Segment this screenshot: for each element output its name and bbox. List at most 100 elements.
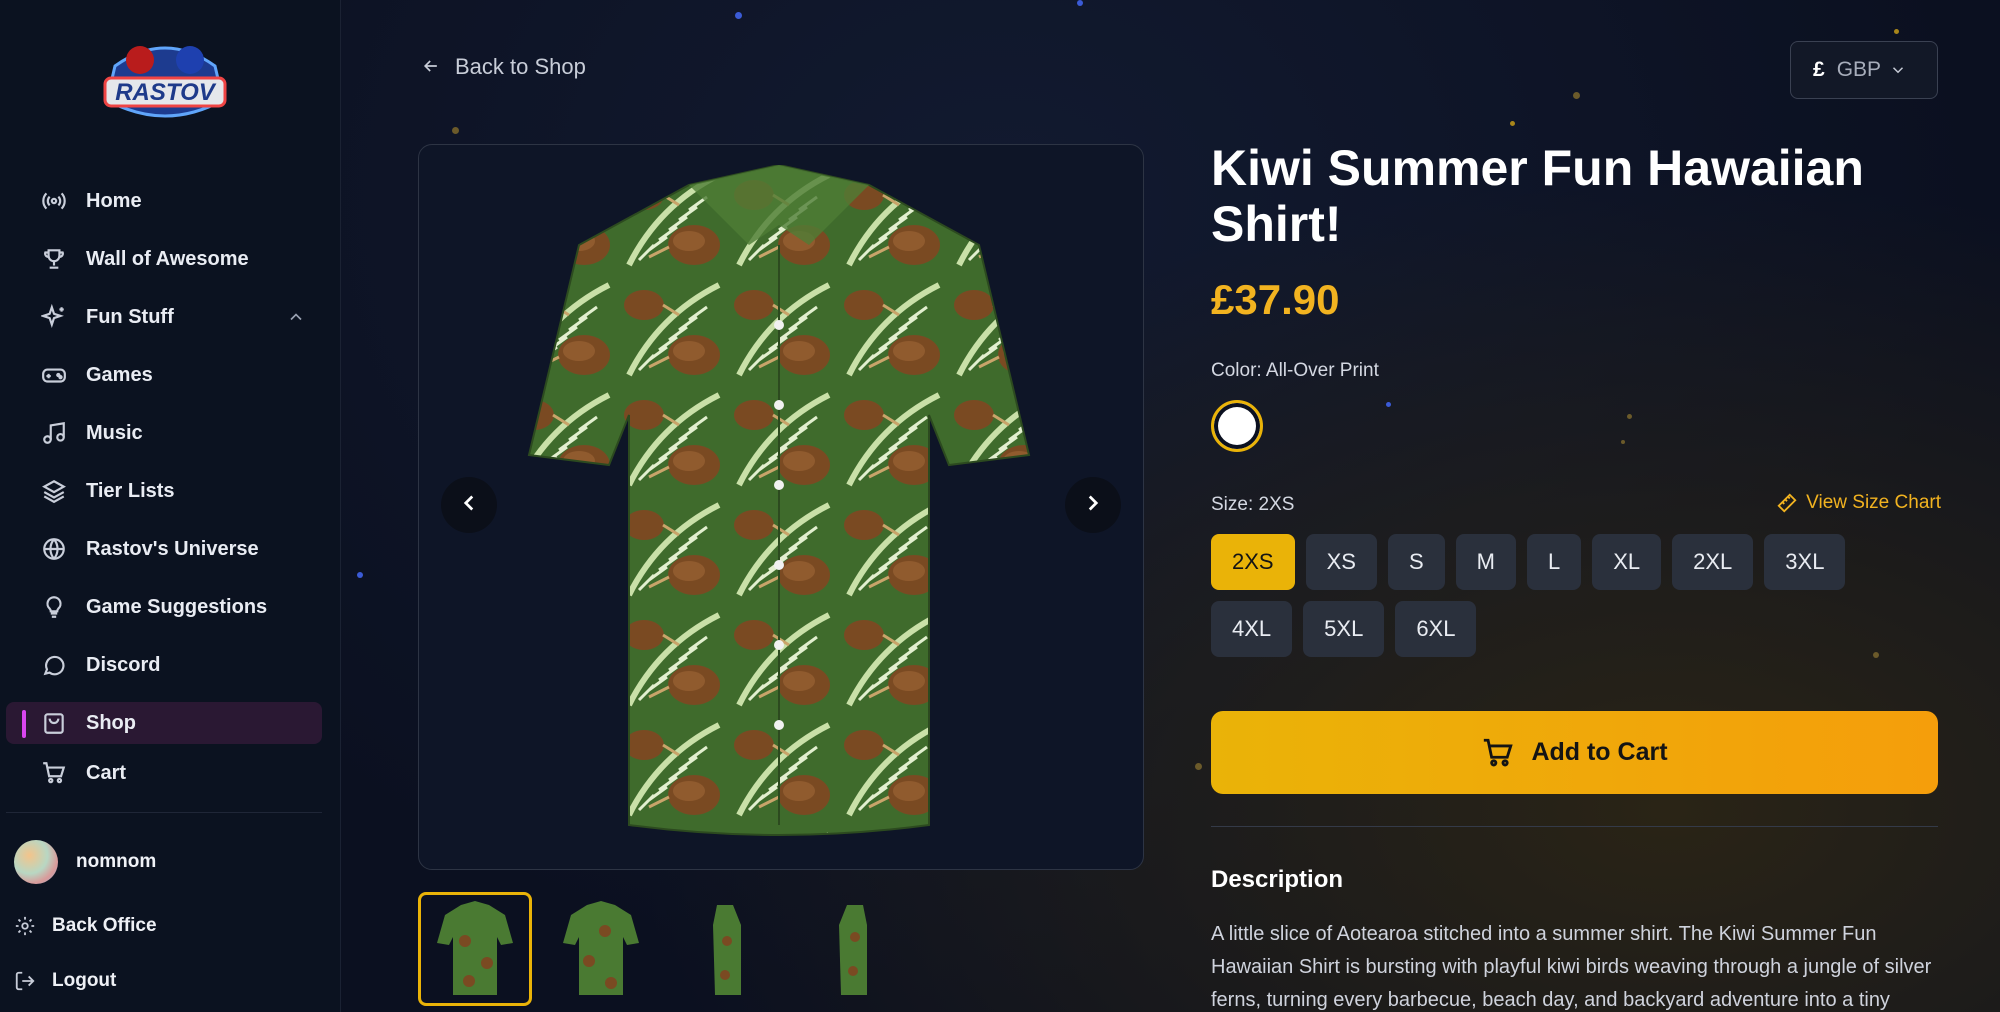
sidebar-item-tier-lists[interactable]: Tier Lists	[6, 462, 322, 520]
color-swatch-all-over-print[interactable]	[1211, 400, 1263, 452]
product-image	[527, 165, 1031, 836]
gear-icon	[14, 915, 36, 937]
main-content: Back to Shop £ GBP Kiwi Summer Fun Hawai…	[341, 0, 2000, 1012]
rastov-logo[interactable]: RASTOV	[95, 36, 235, 128]
sidebar-item-label: Game Suggestions	[86, 595, 268, 618]
size-option-m[interactable]: M	[1455, 534, 1516, 590]
sidebar-item-fun-stuff[interactable]: Fun Stuff	[6, 288, 322, 346]
logo-text: RASTOV	[115, 79, 217, 106]
product-image-gallery	[418, 144, 1144, 870]
sidebar-item-label: Wall of Awesome	[86, 247, 249, 270]
size-option-s[interactable]: S	[1387, 534, 1445, 590]
size-option-5xl[interactable]: 5XL	[1303, 601, 1385, 657]
add-to-cart-button[interactable]: Add to Cart	[1211, 711, 1938, 794]
view-size-chart-link[interactable]: View Size Chart	[1776, 492, 1941, 514]
cart-icon	[1481, 736, 1515, 770]
cart-icon	[40, 759, 68, 787]
sidebar-item-rastovs-universe[interactable]: Rastov's Universe	[6, 520, 322, 578]
thumbnail-angle[interactable]	[544, 892, 658, 1006]
sidebar-item-label: Fun Stuff	[86, 305, 174, 328]
back-to-shop-link[interactable]: Back to Shop	[421, 54, 586, 80]
previous-image-button[interactable]	[441, 477, 497, 533]
size-option-3xl[interactable]: 3XL	[1764, 534, 1846, 590]
description-heading: Description	[1211, 866, 1344, 893]
sidebar-item-label: Rastov's Universe	[86, 537, 259, 560]
sidebar-item-home[interactable]: Home	[6, 172, 322, 230]
background-star	[1627, 414, 1632, 419]
add-to-cart-label: Add to Cart	[1531, 738, 1668, 766]
sidebar-item-wall-of-awesome[interactable]: Wall of Awesome	[6, 230, 322, 288]
arrow-left-icon	[421, 56, 443, 78]
radio-icon	[40, 187, 68, 215]
user-name: nomnom	[76, 851, 157, 872]
background-star	[1894, 29, 1899, 34]
background-star	[357, 572, 363, 578]
currency-select[interactable]: £ GBP	[1790, 41, 1938, 99]
background-star	[1621, 440, 1625, 444]
size-option-xl[interactable]: XL	[1592, 534, 1662, 590]
avatar[interactable]	[14, 840, 58, 884]
lightbulb-icon	[40, 593, 68, 621]
background-star	[1510, 121, 1515, 126]
chevron-down-icon	[1889, 61, 1907, 79]
size-option-l[interactable]: L	[1526, 534, 1582, 590]
ruler-icon	[1776, 492, 1798, 514]
trophy-icon	[40, 245, 68, 273]
back-office-label: Back Office	[52, 915, 157, 936]
globe-icon	[40, 535, 68, 563]
next-image-button[interactable]	[1065, 477, 1121, 533]
product-title: Kiwi Summer Fun Hawaiian Shirt!	[1211, 140, 1864, 252]
background-star	[1386, 402, 1391, 407]
color-label: Color: All-Over Print	[1211, 360, 1379, 381]
gamepad-icon	[40, 361, 68, 389]
sidebar-nav: Home Wall of Awesome Fun Stuff Games Mus…	[6, 172, 322, 802]
background-star	[1195, 763, 1202, 770]
sidebar-item-shop[interactable]: Shop	[6, 702, 322, 744]
size-label: Size: 2XS	[1211, 494, 1295, 515]
currency-symbol: £	[1813, 58, 1825, 81]
back-office-link[interactable]: Back Office	[14, 915, 157, 937]
sidebar-item-label: Cart	[86, 761, 127, 784]
sidebar-divider	[6, 812, 322, 813]
chevron-up-icon[interactable]	[286, 307, 306, 327]
chevron-left-icon	[456, 490, 482, 521]
sidebar-item-label: Games	[86, 363, 153, 386]
size-option-2xl[interactable]: 2XL	[1672, 534, 1754, 590]
sidebar-item-label: Discord	[86, 653, 161, 676]
sidebar-item-label: Shop	[86, 711, 136, 734]
thumbnail-front[interactable]	[418, 892, 532, 1006]
size-option-4xl[interactable]: 4XL	[1211, 601, 1293, 657]
sidebar-item-label: Home	[86, 189, 142, 212]
product-description: A little slice of Aotearoa stitched into…	[1211, 923, 1932, 1011]
size-option-2xs[interactable]: 2XS	[1211, 534, 1295, 590]
music-icon	[40, 419, 68, 447]
view-size-chart-label: View Size Chart	[1806, 492, 1941, 513]
background-star	[1573, 92, 1580, 99]
shopping-bag-icon	[40, 709, 68, 737]
sidebar-item-game-suggestions[interactable]: Game Suggestions	[6, 578, 322, 636]
thumbnail-side-left[interactable]	[670, 892, 784, 1006]
logout-icon	[14, 970, 36, 992]
sidebar-item-cart[interactable]: Cart	[6, 744, 322, 802]
background-star	[735, 12, 742, 19]
logout-link[interactable]: Logout	[14, 970, 116, 992]
chat-icon	[40, 651, 68, 679]
sparkles-icon	[40, 303, 68, 331]
background-star	[1077, 0, 1083, 6]
thumbnail-side-right[interactable]	[796, 892, 910, 1006]
back-to-shop-label: Back to Shop	[455, 54, 586, 79]
size-options: 2XS XS S M L XL 2XL 3XL 4XL 5XL 6XL	[1211, 534, 1891, 668]
user-profile[interactable]: nomnom	[14, 840, 156, 884]
chevron-right-icon	[1080, 490, 1106, 521]
sidebar-item-games[interactable]: Games	[6, 346, 322, 404]
sidebar-item-music[interactable]: Music	[6, 404, 322, 462]
sidebar-item-label: Music	[86, 421, 143, 444]
size-option-6xl[interactable]: 6XL	[1395, 601, 1477, 657]
size-option-xs[interactable]: XS	[1305, 534, 1377, 590]
section-divider	[1211, 826, 1938, 827]
sidebar-item-discord[interactable]: Discord	[6, 636, 322, 694]
sidebar-item-label: Tier Lists	[86, 479, 175, 502]
thumbnail-strip	[418, 892, 922, 1006]
currency-code: GBP	[1836, 58, 1882, 81]
product-price: £37.90	[1211, 276, 1340, 323]
